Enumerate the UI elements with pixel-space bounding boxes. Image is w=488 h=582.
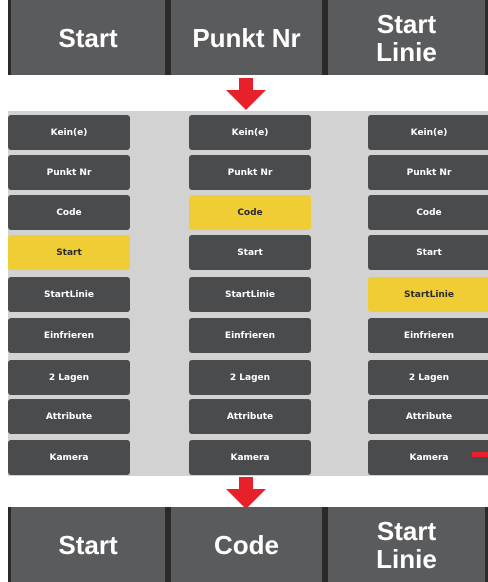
menu-item[interactable]: Punkt Nr: [368, 155, 488, 190]
menu-item[interactable]: Attribute: [189, 399, 311, 434]
menu-item[interactable]: Kein(e): [189, 115, 311, 150]
scroll-indicator: [472, 452, 488, 457]
menu-item[interactable]: Kein(e): [8, 115, 130, 150]
softkey-start-linie[interactable]: Start Linie: [328, 507, 485, 582]
bottom-softkey-bar: Start Code Start Linie: [8, 507, 488, 582]
menu-item[interactable]: Einfrieren: [8, 318, 130, 353]
menu-item[interactable]: Start: [8, 235, 130, 270]
softkey-start[interactable]: Start: [11, 0, 165, 75]
menu-item[interactable]: Code: [368, 195, 488, 230]
menu-item[interactable]: StartLinie: [189, 277, 311, 312]
menu-item[interactable]: Punkt Nr: [189, 155, 311, 190]
menu-item[interactable]: StartLinie: [8, 277, 130, 312]
softkey-start[interactable]: Start: [11, 507, 165, 582]
menu-item[interactable]: 2 Lagen: [189, 360, 311, 395]
menu-item[interactable]: Kamera: [189, 440, 311, 475]
softkey-start-linie[interactable]: Start Linie: [328, 0, 485, 75]
menu-item[interactable]: Einfrieren: [368, 318, 488, 353]
down-arrow-icon: [226, 477, 266, 509]
down-arrow-icon: [226, 78, 266, 110]
menu-item[interactable]: Start: [368, 235, 488, 270]
top-softkey-bar: Start Punkt Nr Start Linie: [8, 0, 488, 75]
menu-item[interactable]: Code: [189, 195, 311, 230]
menu-item[interactable]: Code: [8, 195, 130, 230]
menu-item[interactable]: Einfrieren: [189, 318, 311, 353]
menu-item[interactable]: Attribute: [368, 399, 488, 434]
menu-item[interactable]: Punkt Nr: [8, 155, 130, 190]
menu-item[interactable]: Kamera: [8, 440, 130, 475]
menu-item[interactable]: 2 Lagen: [8, 360, 130, 395]
menu-item[interactable]: Start: [189, 235, 311, 270]
softkey-punkt-nr[interactable]: Punkt Nr: [171, 0, 322, 75]
softkey-assignment-menus: Kein(e) Punkt Nr Code Start StartLinie Einfri…: [8, 111, 488, 476]
menu-item[interactable]: 2 Lagen: [368, 360, 488, 395]
menu-item[interactable]: Kein(e): [368, 115, 488, 150]
menu-item[interactable]: Kamera: [368, 440, 488, 475]
menu-item[interactable]: Attribute: [8, 399, 130, 434]
softkey-code[interactable]: Code: [171, 507, 322, 582]
menu-item[interactable]: StartLinie: [368, 277, 488, 312]
